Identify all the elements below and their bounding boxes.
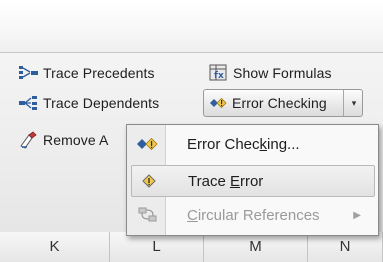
trace-precedents-icon: [18, 64, 40, 82]
remove-arrows-label: Remove A: [43, 132, 109, 148]
error-checking-icon: [207, 94, 229, 112]
split-button-divider: [343, 90, 344, 116]
column-header-l[interactable]: L: [110, 232, 204, 262]
remove-arrows-button[interactable]: Remove A: [18, 128, 108, 152]
trace-dependents-label: Trace Dependents: [43, 95, 160, 111]
show-formulas-label: Show Formulas: [233, 65, 332, 81]
menu-item-label: Trace Error: [188, 172, 264, 190]
error-checking-button[interactable]: Error Checking: [205, 91, 327, 115]
submenu-arrow-icon: ▶: [353, 209, 361, 221]
column-header-m[interactable]: M: [204, 232, 308, 262]
menu-item-circular-references[interactable]: Circular References ▶: [131, 199, 375, 231]
circular-references-icon: [133, 203, 163, 227]
remove-arrows-icon: [18, 131, 40, 149]
ribbon-divider: [0, 52, 383, 53]
trace-precedents-button[interactable]: Trace Precedents: [18, 61, 155, 85]
error-checking-menu-icon: [133, 132, 163, 156]
menu-item-label: Error Checking...: [187, 135, 300, 153]
trace-precedents-label: Trace Precedents: [43, 65, 155, 81]
menu-item-label: Circular References: [187, 206, 320, 224]
dropdown-arrow-icon[interactable]: ▾: [348, 93, 360, 113]
show-formulas-button[interactable]: fx Show Formulas: [208, 61, 332, 85]
trace-dependents-button[interactable]: Trace Dependents: [18, 91, 159, 115]
ribbon-upper-area: [0, 0, 383, 52]
trace-error-icon: [134, 169, 164, 193]
column-header-k[interactable]: K: [0, 232, 110, 262]
trace-dependents-icon: [18, 94, 40, 112]
menu-item-error-checking[interactable]: Error Checking...: [131, 128, 375, 160]
column-header-n[interactable]: N: [308, 232, 383, 262]
show-formulas-icon: fx: [208, 64, 230, 82]
menu-item-trace-error[interactable]: Trace Error: [131, 165, 375, 197]
svg-text:fx: fx: [214, 71, 224, 81]
error-checking-label: Error Checking: [232, 95, 327, 111]
